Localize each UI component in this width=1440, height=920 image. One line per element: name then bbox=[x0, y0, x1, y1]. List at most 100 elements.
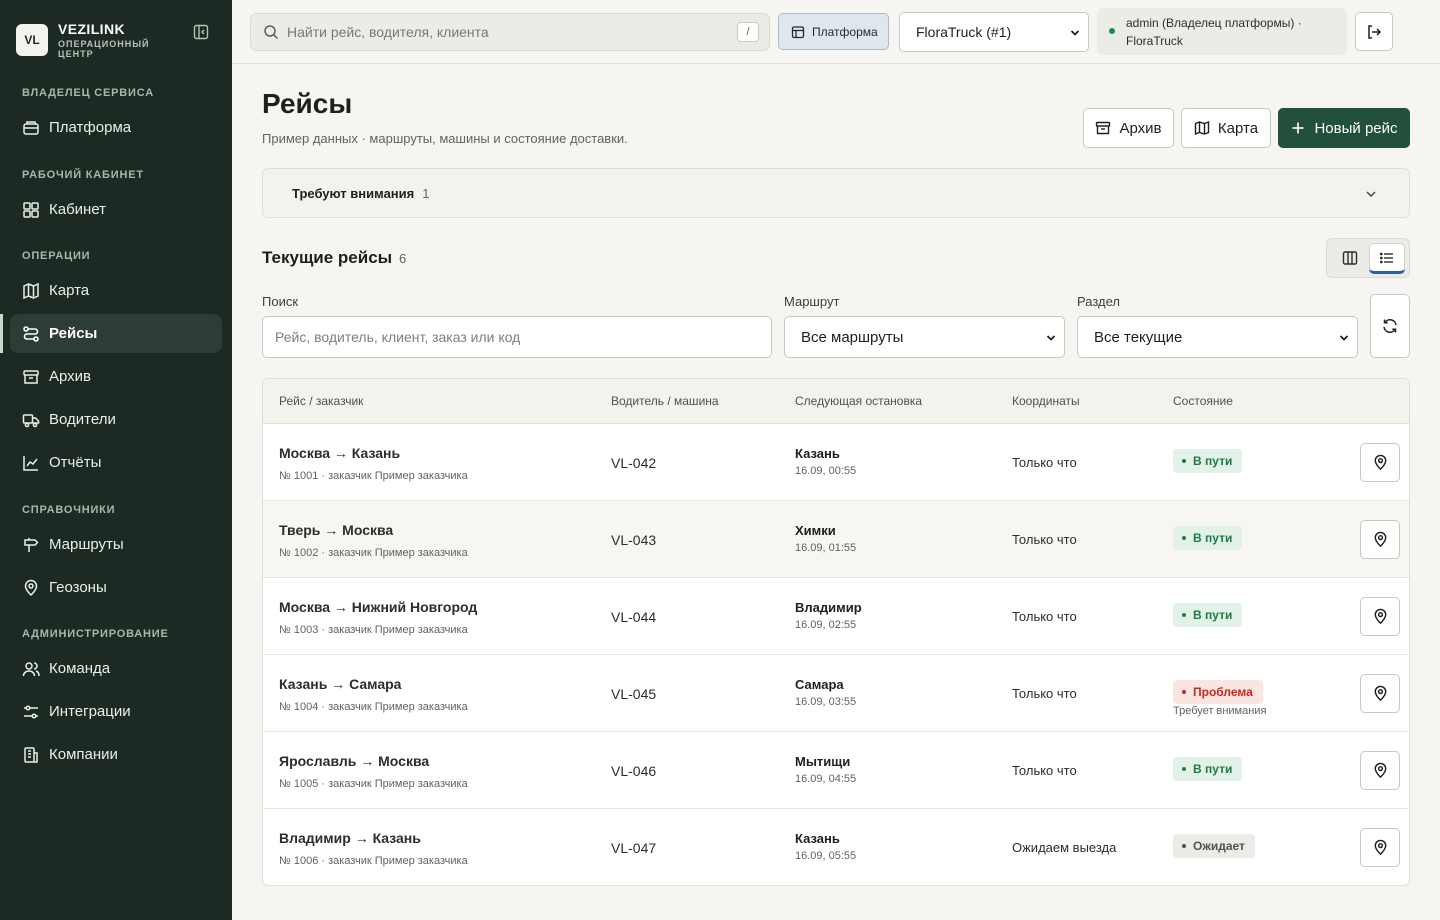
trip-meta: № 1001 · заказчик Пример заказчика bbox=[279, 470, 468, 482]
status-badge: Ожидает bbox=[1173, 834, 1255, 858]
sidebar-item-dashboard[interactable]: Кабинет bbox=[10, 190, 222, 229]
locate-button[interactable] bbox=[1360, 674, 1400, 713]
platform-button[interactable]: Платформа bbox=[778, 13, 889, 50]
chart-icon bbox=[23, 455, 38, 471]
next-stop-time: 16.09, 03:55 bbox=[795, 696, 857, 708]
archive-button-label: Архив bbox=[1119, 119, 1162, 137]
users-icon bbox=[22, 661, 40, 676]
columns-icon bbox=[1342, 251, 1358, 265]
sliders-icon bbox=[24, 704, 38, 719]
nav-section-owner: ВЛАДЕЛЕЦ СЕРВИСА bbox=[22, 87, 154, 99]
section-filter-select[interactable]: Все текущие bbox=[1077, 316, 1358, 358]
table-header: Рейс / заказчик Водитель / машина Следую… bbox=[263, 379, 1409, 424]
map-button[interactable]: Карта bbox=[1181, 108, 1271, 148]
driver-vehicle: VL-044 bbox=[611, 609, 657, 625]
board-view-button[interactable] bbox=[1332, 243, 1368, 273]
column-driver: Водитель / машина bbox=[611, 394, 719, 408]
page-title: Рейсы bbox=[262, 88, 353, 119]
sidebar-item-routes[interactable]: Маршруты bbox=[10, 525, 222, 564]
coords-status: Только что bbox=[1012, 455, 1077, 470]
search-placeholder: Найти рейс, водителя, клиента bbox=[287, 24, 489, 40]
collapse-sidebar-icon[interactable] bbox=[193, 24, 209, 40]
table-row[interactable]: Москва → Казань № 1001 · заказчик Пример … bbox=[263, 424, 1409, 501]
sidebar-item-reports[interactable]: Отчёты bbox=[10, 443, 222, 482]
next-stop: Казань bbox=[795, 446, 840, 461]
sidebar-item-companies[interactable]: Компании bbox=[10, 735, 222, 774]
sidebar-item-platform[interactable]: Платформа bbox=[10, 108, 222, 147]
chevron-down-icon bbox=[1070, 30, 1080, 36]
location-pin-icon bbox=[1374, 608, 1386, 625]
chevron-down-icon bbox=[1339, 335, 1349, 341]
map-icon bbox=[1194, 120, 1210, 136]
table-row[interactable]: Владимир → Казань № 1006 · заказчик Приме… bbox=[263, 809, 1409, 885]
map-button-label: Карта bbox=[1217, 119, 1259, 137]
locate-button[interactable] bbox=[1360, 520, 1400, 559]
trip-search-input[interactable]: Рейс, водитель, клиент, заказ или код bbox=[262, 316, 772, 358]
route-filter-select[interactable]: Все маршруты bbox=[784, 316, 1065, 358]
trip-meta: № 1004 · заказчик Пример заказчика bbox=[279, 701, 468, 713]
sidebar-item-integrations[interactable]: Интеграции bbox=[10, 692, 222, 731]
trip-meta: № 1003 · заказчик Пример заказчика bbox=[279, 624, 468, 636]
sidebar-item-geozones[interactable]: Геозоны bbox=[10, 568, 222, 607]
locate-button[interactable] bbox=[1360, 828, 1400, 867]
table-row[interactable]: Казань → Самара № 1004 · заказчик Пример … bbox=[263, 655, 1409, 732]
user-chip[interactable]: admin (Владелец платформы) · FloraTruck bbox=[1097, 8, 1347, 55]
locate-button[interactable] bbox=[1360, 597, 1400, 636]
sidebar-item-label: Отчёты bbox=[49, 454, 102, 471]
signpost-icon bbox=[24, 537, 39, 552]
new-trip-button[interactable]: Новый рейс bbox=[1278, 108, 1410, 148]
search-icon bbox=[264, 25, 279, 40]
trip-route[interactable]: Владимир → Казань bbox=[279, 830, 421, 846]
sidebar-item-map[interactable]: Карта bbox=[10, 271, 222, 310]
attention-panel[interactable]: Требуют внимания 1 bbox=[262, 168, 1410, 218]
trip-meta: № 1006 · заказчик Пример заказчика bbox=[279, 855, 468, 867]
trip-route[interactable]: Ярославль → Москва bbox=[279, 753, 429, 769]
next-stop: Казань bbox=[795, 831, 840, 846]
list-icon bbox=[1379, 252, 1393, 263]
locate-button[interactable] bbox=[1360, 751, 1400, 790]
platform-label: Платформа bbox=[812, 24, 878, 39]
sidebar-item-label: Маршруты bbox=[49, 536, 124, 553]
logout-button[interactable] bbox=[1355, 12, 1393, 51]
list-view-button[interactable] bbox=[1369, 243, 1405, 273]
refresh-button[interactable] bbox=[1370, 294, 1410, 358]
trip-route[interactable]: Тверь → Москва bbox=[279, 522, 393, 538]
driver-vehicle: VL-045 bbox=[611, 686, 657, 702]
attention-label: Требуют внимания bbox=[292, 185, 415, 201]
next-stop: Химки bbox=[795, 523, 836, 538]
trip-route[interactable]: Москва → Казань bbox=[279, 445, 400, 461]
sidebar-item-label: Платформа bbox=[49, 119, 132, 136]
company-select[interactable]: FloraTruck (#1) bbox=[899, 12, 1089, 52]
next-stop: Владимир bbox=[795, 600, 862, 615]
trip-meta: № 1002 · заказчик Пример заказчика bbox=[279, 547, 468, 559]
location-icon bbox=[24, 579, 38, 596]
sidebar-item-team[interactable]: Команда bbox=[10, 649, 222, 688]
sidebar-item-drivers[interactable]: Водители bbox=[10, 400, 222, 439]
global-search-input[interactable]: Найти рейс, водителя, клиента / bbox=[250, 13, 770, 51]
company-select-value: FloraTruck (#1) bbox=[916, 24, 1012, 40]
search-filter-label: Поиск bbox=[262, 294, 299, 309]
sidebar-item-trips[interactable]: Рейсы bbox=[0, 314, 222, 353]
current-trips-title: Текущие рейсы bbox=[262, 248, 393, 267]
trip-route[interactable]: Казань → Самара bbox=[279, 676, 401, 692]
table-row[interactable]: Тверь → Москва № 1002 · заказчик Пример з… bbox=[263, 501, 1409, 578]
archive-button[interactable]: Архив bbox=[1083, 108, 1174, 148]
trip-search-placeholder: Рейс, водитель, клиент, заказ или код bbox=[275, 329, 521, 345]
routes-icon bbox=[23, 325, 39, 342]
driver-vehicle: VL-047 bbox=[611, 840, 657, 856]
locate-button[interactable] bbox=[1360, 443, 1400, 482]
brand-logo: VL bbox=[16, 24, 48, 56]
sidebar-item-archive[interactable]: Архив bbox=[10, 357, 222, 396]
building-icon bbox=[24, 746, 38, 763]
sidebar-item-label: Рейсы bbox=[49, 325, 98, 342]
next-stop-time: 16.09, 00:55 bbox=[795, 465, 857, 477]
table-row[interactable]: Москва → Нижний Новгород № 1003 · заказчи… bbox=[263, 578, 1409, 655]
table-row[interactable]: Ярославль → Москва № 1005 · заказчик Прим… bbox=[263, 732, 1409, 809]
status-note: Требует внимания bbox=[1173, 705, 1267, 717]
trip-route[interactable]: Москва → Нижний Новгород bbox=[279, 599, 477, 615]
status-badge: В пути bbox=[1173, 526, 1243, 550]
location-pin-icon bbox=[1374, 762, 1386, 779]
user-role: admin (Владелец платформы) · bbox=[1126, 16, 1302, 30]
logout-icon bbox=[1368, 24, 1382, 39]
coords-status: Только что bbox=[1012, 763, 1077, 778]
